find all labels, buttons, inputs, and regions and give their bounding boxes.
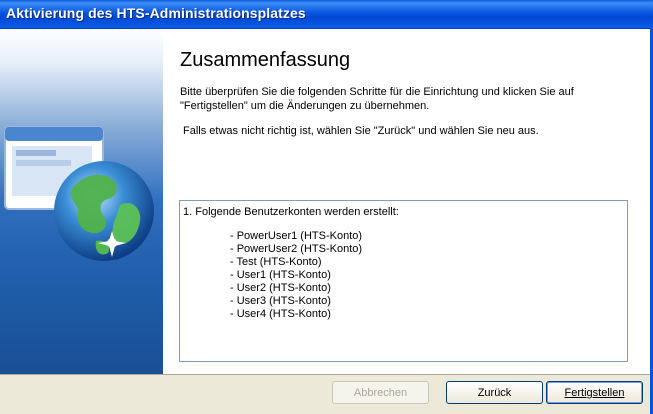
page-title: Zusammenfassung [180, 49, 351, 71]
globe-window-icon [4, 126, 154, 261]
list-item: - User2 (HTS-Konto) [230, 282, 331, 294]
finish-button[interactable]: Fertigstellen [546, 381, 643, 404]
wizard-window: Aktivierung des HTS-Administrationsplatz… [0, 0, 653, 414]
list-item: - Test (HTS-Konto) [230, 256, 322, 268]
window-title: Aktivierung des HTS-Administrationsplatz… [6, 5, 306, 21]
button-bar: Abbrechen Zurück Fertigstellen [0, 374, 653, 414]
wizard-content: Zusammenfassung Bitte überprüfen Sie die… [163, 29, 653, 374]
back-button[interactable]: Zurück [446, 381, 543, 404]
list-item: - PowerUser2 (HTS-Konto) [230, 243, 363, 255]
account-list: - PowerUser1 (HTS-Konto) - PowerUser2 (H… [230, 230, 362, 321]
intro-text: Bitte überprüfen Sie die folgenden Schri… [180, 86, 574, 112]
title-bar[interactable]: Aktivierung des HTS-Administrationsplatz… [0, 0, 653, 29]
list-item: - User4 (HTS-Konto) [230, 308, 331, 320]
cancel-button[interactable]: Abbrechen [332, 381, 429, 404]
list-item: - PowerUser1 (HTS-Konto) [230, 230, 363, 242]
list-item: - User1 (HTS-Konto) [230, 269, 331, 281]
wizard-sidebar [0, 29, 163, 374]
summary-heading: 1. Folgende Benutzerkonten werden erstel… [183, 206, 399, 218]
hint-text: Falls etwas nicht richtig ist, wählen Si… [183, 125, 539, 137]
summary-box[interactable]: 1. Folgende Benutzerkonten werden erstel… [179, 200, 628, 362]
list-item: - User3 (HTS-Konto) [230, 295, 331, 307]
finish-label: Fertigstellen [564, 386, 625, 399]
